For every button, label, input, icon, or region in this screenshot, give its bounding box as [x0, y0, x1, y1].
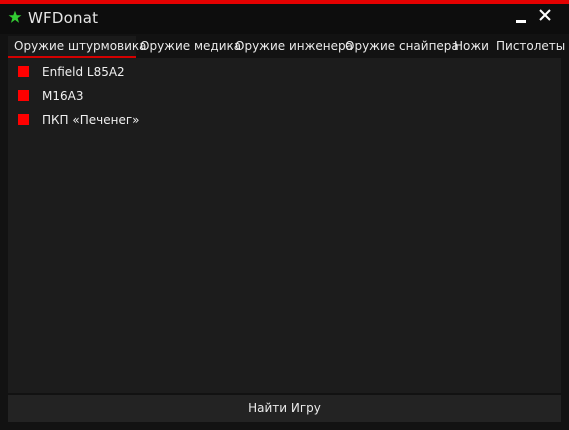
window-title: WFDonat — [28, 9, 99, 27]
star-icon — [8, 10, 22, 23]
tab-label: Оружие снайпера — [345, 39, 459, 53]
item-label: Enfield L85A2 — [42, 65, 125, 79]
tab-label: Оружие инженера — [235, 39, 354, 53]
tab-strip: Оружие штурмовика Оружие медика Оружие и… — [8, 36, 565, 58]
weapon-list-panel: Enfield L85A2 M16A3 ПКП «Печенег» — [8, 58, 561, 393]
tab-label: Ножи — [454, 39, 489, 53]
item-label: ПКП «Печенег» — [42, 113, 140, 127]
app-window: WFDonat Оружие штурмовика Оружие медика … — [0, 0, 569, 430]
item-checkbox[interactable] — [18, 114, 29, 125]
tab-sniper-weapons[interactable]: Оружие снайпера — [339, 36, 459, 58]
tab-assault-weapons[interactable]: Оружие штурмовика — [8, 36, 147, 58]
tab-pistols[interactable]: Пистолеты — [490, 36, 565, 58]
close-icon — [539, 9, 551, 21]
item-label: M16A3 — [42, 89, 84, 103]
title-bar[interactable]: WFDonat — [0, 4, 569, 34]
tab-label: Оружие медика — [140, 39, 242, 53]
tab-label: Пистолеты — [496, 39, 566, 53]
item-checkbox[interactable] — [18, 66, 29, 77]
minimize-icon — [516, 20, 526, 23]
tab-engineer-weapons[interactable]: Оружие инженера — [229, 36, 353, 58]
tab-knives[interactable]: Ножи — [448, 36, 490, 58]
minimize-button[interactable] — [510, 6, 532, 28]
tab-medic-weapons[interactable]: Оружие медика — [134, 36, 241, 58]
close-button[interactable] — [534, 6, 556, 28]
find-game-button[interactable]: Найти Игру — [8, 395, 561, 422]
item-checkbox[interactable] — [18, 90, 29, 101]
tab-label: Оружие штурмовика — [14, 39, 147, 53]
